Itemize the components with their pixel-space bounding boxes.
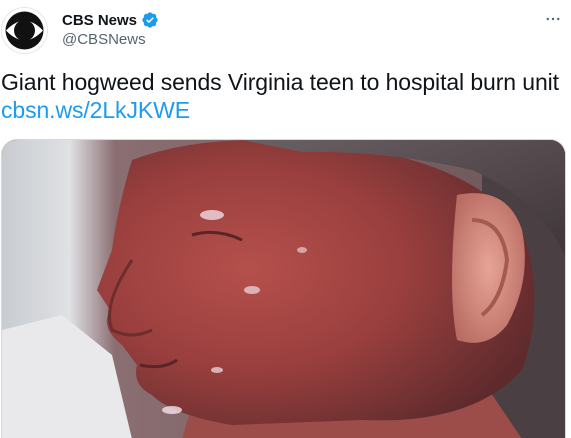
- avatar[interactable]: [1, 7, 48, 54]
- tweet-header: CBS News @CBSNews: [0, 0, 571, 64]
- cbs-eye-logo-icon: [2, 8, 47, 53]
- tweet-link[interactable]: cbsn.ws/2LkJKWE: [1, 97, 190, 123]
- author-name-row[interactable]: CBS News: [62, 10, 159, 30]
- more-options-button[interactable]: [543, 9, 563, 29]
- tweet-card[interactable]: CBS News @CBSNews Giant hogweed sends Vi…: [0, 0, 571, 438]
- tweet-photo[interactable]: [1, 139, 566, 438]
- tweet-text: Giant hogweed sends Virginia teen to hos…: [1, 68, 561, 124]
- photo-burned-face-profile: [2, 140, 565, 438]
- author-handle[interactable]: @CBSNews: [62, 31, 146, 48]
- verified-badge-icon: [141, 11, 159, 29]
- author-display-name[interactable]: CBS News: [62, 12, 137, 29]
- more-horizontal-icon: [546, 17, 560, 21]
- tweet-body-text: Giant hogweed sends Virginia teen to hos…: [1, 69, 559, 95]
